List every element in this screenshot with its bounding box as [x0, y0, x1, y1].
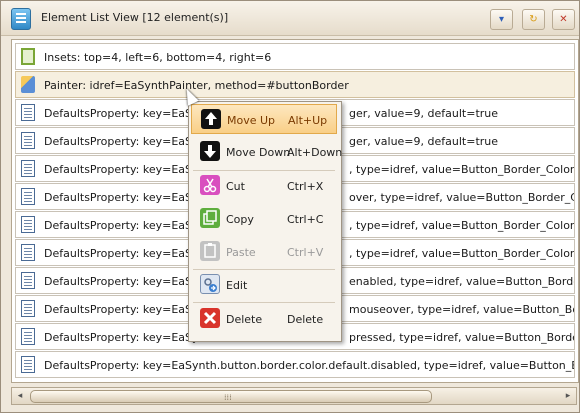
menu-item-label: Copy [226, 213, 254, 226]
item-text: DefaultsProperty: key=EaSyn [44, 331, 206, 344]
scroll-right-button[interactable]: ▸ [560, 388, 576, 404]
menu-item-shortcut: Ctrl+V [287, 246, 324, 259]
document-icon [21, 132, 35, 149]
document-icon [21, 216, 35, 233]
refresh-icon: ↻ [529, 14, 538, 25]
delete-icon [200, 308, 220, 328]
refresh-button[interactable]: ↻ [522, 9, 545, 30]
chevron-down-icon: ▾ [498, 14, 505, 25]
close-button[interactable]: ✕ [552, 9, 575, 30]
item-text-tail: , type=idref, value=Button_Border_Color_… [349, 219, 575, 232]
menu-item-shortcut: Ctrl+X [287, 180, 324, 193]
item-text-tail: ger, value=9, default=true [349, 107, 499, 120]
document-icon [21, 160, 35, 177]
document-icon [21, 300, 35, 317]
list-item[interactable]: Insets: top=4, left=6, bottom=4, right=6 [15, 43, 575, 70]
scroll-left-button[interactable]: ◂ [12, 388, 28, 404]
item-text: DefaultsProperty: key=EaSyn [44, 191, 206, 204]
item-text: DefaultsProperty: key=EaSyn [44, 135, 206, 148]
cut-icon [200, 175, 220, 195]
item-text: Painter: idref=EaSynthPainter, method=#b… [44, 79, 349, 92]
menu-separator [193, 302, 335, 303]
menu-item-shortcut: Ctrl+C [287, 213, 324, 226]
scrollbar-thumb[interactable]: ⁞⁞⁞ [30, 390, 432, 403]
menu-item-label: Move Up [227, 114, 276, 127]
item-text: Insets: top=4, left=6, bottom=4, right=6 [44, 51, 272, 64]
menu-item-label: Paste [226, 246, 256, 259]
arrow-up-icon [201, 109, 221, 129]
title-bar: Element List View [12 element(s)] ▾ ↻ ✕ [1, 1, 579, 36]
item-text: DefaultsProperty: key=EaSyn [44, 107, 206, 120]
menu-item-label: Move Down [226, 146, 291, 159]
item-text-tail: over, type=idref, value=Button_Border_Co… [349, 191, 574, 204]
menu-item-paste[interactable]: Paste Ctrl+V [191, 237, 337, 267]
document-icon [21, 244, 35, 261]
menu-item-delete[interactable]: Delete Delete [191, 304, 337, 334]
list-item[interactable]: DefaultsProperty: key=EaSynth.button.bor… [15, 351, 575, 378]
menu-item-copy[interactable]: Copy Ctrl+C [191, 204, 337, 234]
menu-item-label: Delete [226, 313, 263, 326]
item-text: DefaultsProperty: key=EaSyn [44, 163, 206, 176]
window-title: Element List View [12 element(s)] [41, 11, 229, 24]
document-icon [21, 356, 35, 373]
edit-icon [200, 274, 220, 294]
context-menu: Move Up Alt+Up Move Down Alt+Down Cut Ct… [188, 101, 342, 342]
menu-item-edit[interactable]: Edit [191, 270, 337, 300]
document-icon [21, 188, 35, 205]
item-text: DefaultsProperty: key=EaSyn [44, 219, 206, 232]
document-icon [21, 104, 35, 121]
painter-icon [21, 76, 35, 93]
arrow-down-icon [200, 141, 220, 161]
menu-item-label: Edit [226, 279, 248, 292]
item-text-tail: pressed, type=idref, value=Button_Border… [349, 331, 574, 344]
document-icon [21, 328, 35, 345]
inset-icon [21, 48, 35, 65]
document-icon [21, 272, 35, 289]
item-text-tail: , type=idref, value=Button_Border_Color_… [349, 163, 575, 176]
item-text: DefaultsProperty: key=EaSynth.button.bor… [44, 359, 574, 372]
list-view-icon [11, 8, 31, 30]
menu-item-shortcut: Alt+Down [287, 146, 343, 159]
menu-item-cut[interactable]: Cut Ctrl+X [191, 171, 337, 201]
item-text-tail: , type=idref, value=Button_Border_Color_… [349, 247, 575, 260]
list-item-selected[interactable]: Painter: idref=EaSynthPainter, method=#b… [15, 71, 575, 98]
item-text-tail: ger, value=9, default=true [349, 135, 499, 148]
menu-item-label: Cut [226, 180, 245, 193]
item-text: DefaultsProperty: key=EaSyn [44, 303, 206, 316]
menu-item-move-down[interactable]: Move Down Alt+Down [191, 137, 342, 167]
item-text: DefaultsProperty: key=EaSyn [44, 275, 206, 288]
item-text: DefaultsProperty: key=EaSyn [44, 247, 206, 260]
menu-item-move-up[interactable]: Move Up Alt+Up [191, 104, 337, 134]
paste-icon [200, 241, 220, 261]
grip-icon: ⁞⁞⁞ [224, 393, 232, 402]
horizontal-scrollbar[interactable]: ◂ ⁞⁞⁞ ▸ [11, 387, 577, 405]
menu-item-shortcut: Alt+Up [288, 114, 328, 127]
dropdown-button[interactable]: ▾ [490, 9, 513, 30]
copy-icon [200, 208, 220, 228]
item-text-tail: enabled, type=idref, value=Button_Border… [349, 275, 574, 288]
item-text-tail: mouseover, type=idref, value=Button_Bord… [349, 303, 574, 316]
menu-item-shortcut: Delete [287, 313, 324, 326]
close-icon: ✕ [559, 14, 568, 25]
